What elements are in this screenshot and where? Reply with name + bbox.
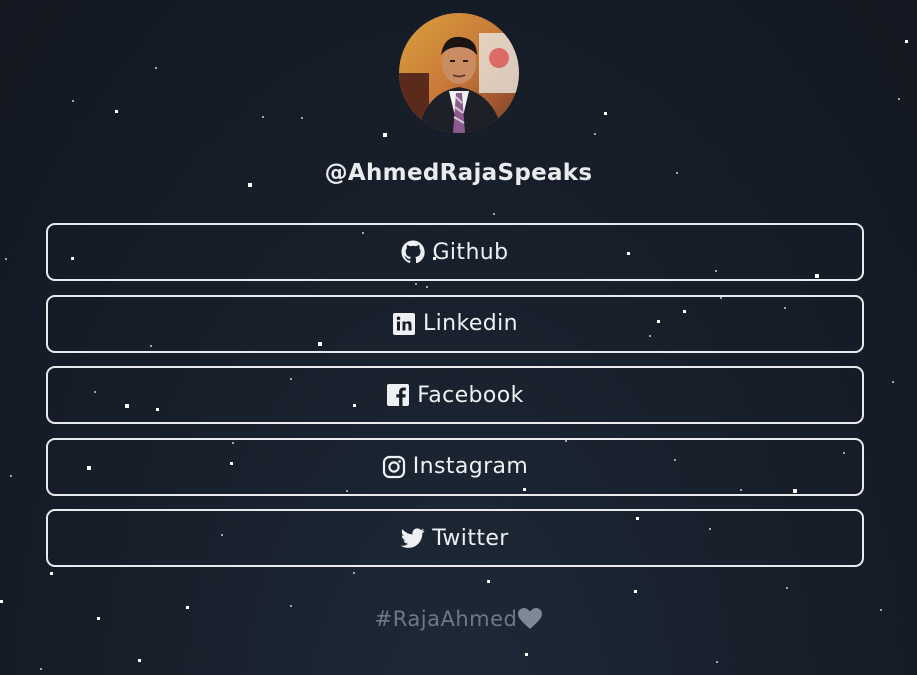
facebook-link-label: Facebook (417, 382, 524, 408)
star (716, 661, 718, 663)
linkedin-link-button[interactable]: Linkedin (46, 294, 864, 353)
linkedin-icon (392, 312, 416, 336)
star (5, 258, 7, 260)
twitter-icon (401, 526, 425, 550)
star (493, 213, 495, 215)
linkedin-link-label: Linkedin (422, 311, 519, 336)
instagram-link-button[interactable]: Instagram (46, 437, 864, 496)
star (892, 381, 894, 383)
avatar (398, 13, 519, 133)
profile-handle: @AhmedRajaSpeaks (324, 160, 593, 186)
star (138, 659, 141, 662)
footer: #RajaAhmed (0, 607, 917, 634)
heart-icon (518, 608, 543, 634)
star (0, 600, 3, 603)
star (525, 653, 528, 656)
star (634, 590, 637, 593)
github-link-button[interactable]: Github (46, 223, 864, 281)
twitter-link-label: Twitter (432, 525, 509, 551)
star (786, 587, 788, 589)
star (40, 668, 42, 670)
footer-hashtag: #RajaAhmed (374, 607, 518, 631)
links-list: Github Linkedin Facebook Instagram Twitt… (46, 223, 864, 581)
github-link-label: Github (432, 239, 509, 265)
instagram-icon (382, 455, 406, 479)
github-icon (401, 240, 426, 264)
twitter-link-button[interactable]: Twitter (46, 509, 864, 567)
profile-header: @AhmedRajaSpeaks (0, 13, 917, 186)
facebook-link-button[interactable]: Facebook (46, 366, 864, 424)
instagram-link-label: Instagram (412, 454, 529, 479)
profile-photo (398, 13, 519, 133)
star (10, 475, 12, 477)
facebook-icon (386, 383, 410, 407)
